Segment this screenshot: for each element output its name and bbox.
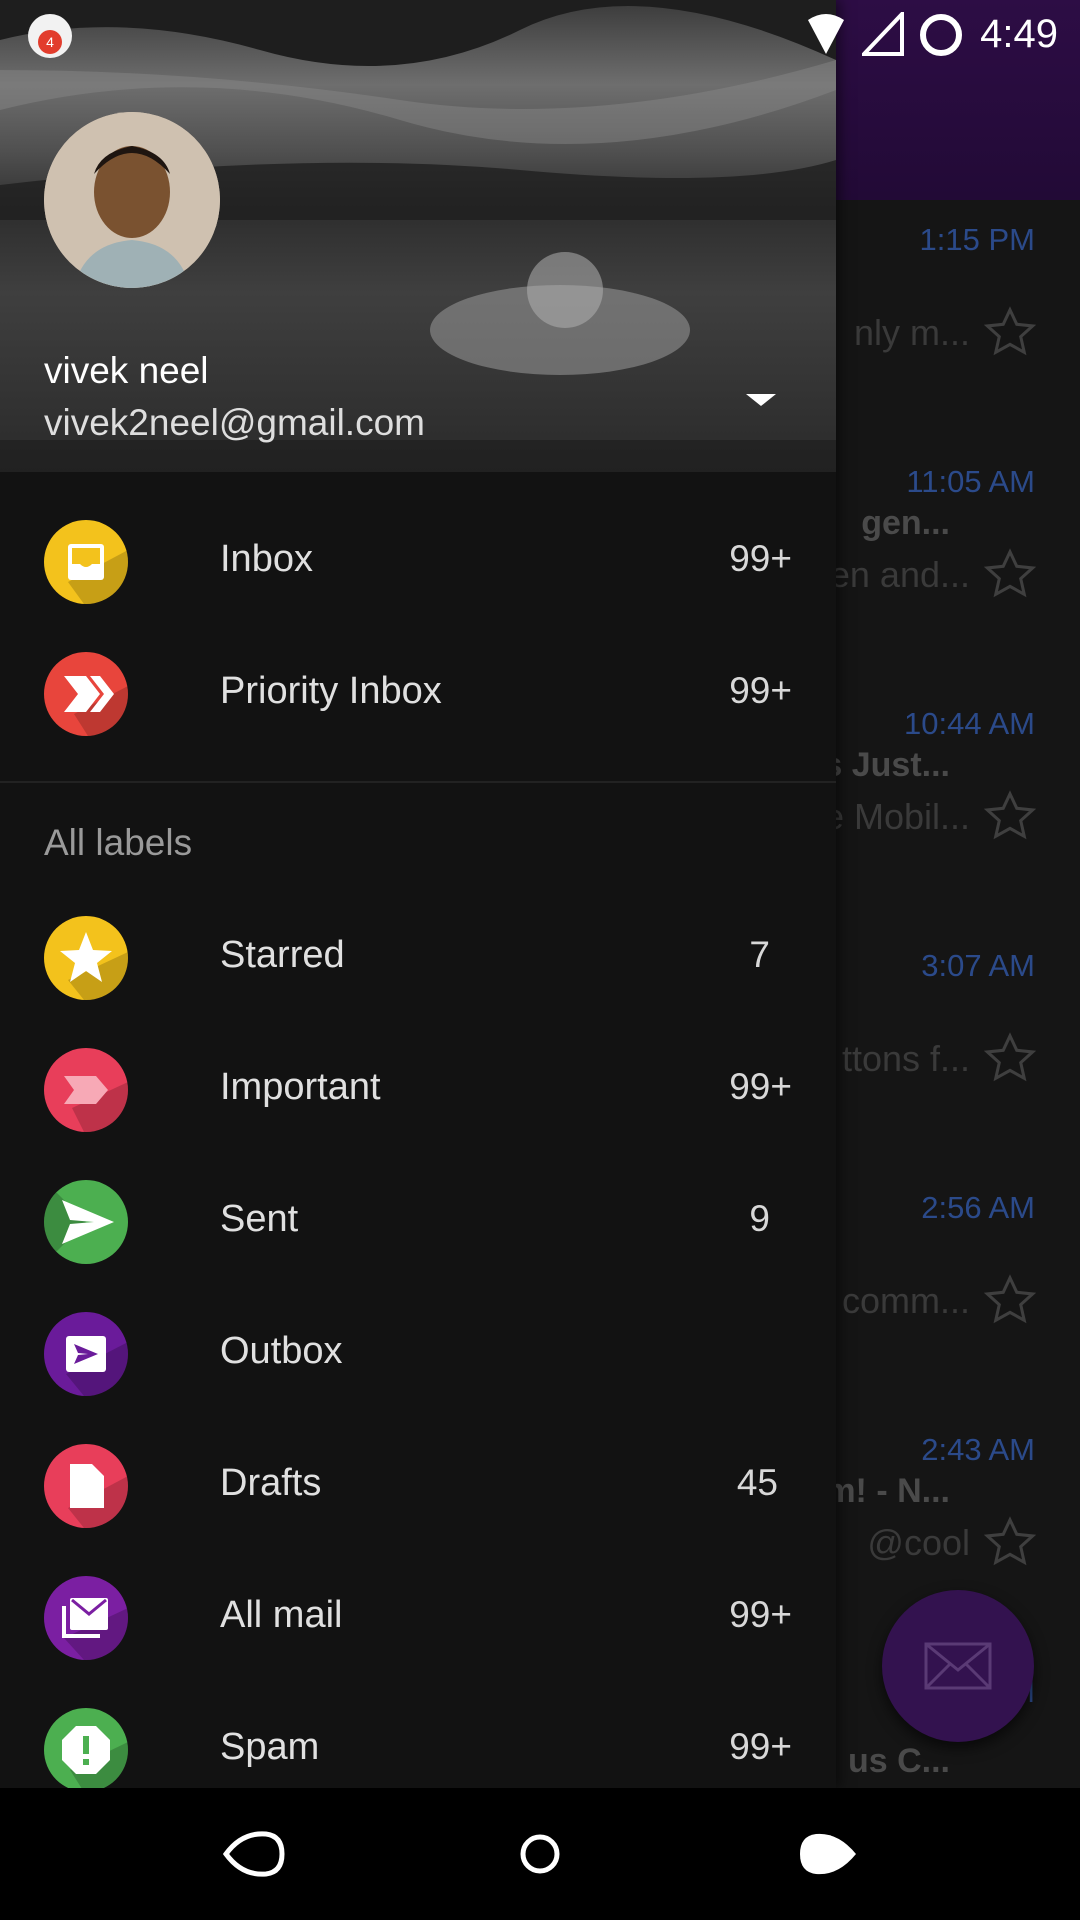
- mail-time: 3:07 AM: [921, 948, 1035, 983]
- drawer-item-label: Drafts: [220, 1462, 322, 1504]
- back-icon[interactable]: [214, 1814, 294, 1894]
- mail-time: 11:05 AM: [906, 464, 1035, 499]
- drawer-item-priority-inbox[interactable]: Priority Inbox 99+: [0, 628, 836, 760]
- wifi-icon: [808, 14, 844, 54]
- section-heading: All labels: [44, 822, 193, 863]
- battery-sync-icon: [920, 14, 962, 56]
- all-mail-icon: [44, 1576, 128, 1660]
- drawer-item-label: Priority Inbox: [220, 670, 442, 712]
- mail-time: 2:43 AM: [921, 1432, 1035, 1467]
- notification-badge-icon: 4: [28, 14, 72, 58]
- unread-count: 99+: [729, 1726, 792, 1767]
- star-outline-icon[interactable]: [982, 1272, 1038, 1328]
- unread-count: 99+: [729, 1066, 792, 1107]
- drawer-item-label: Sent: [220, 1198, 299, 1240]
- mail-time: 1:15 PM: [919, 222, 1035, 257]
- send-icon: [44, 1180, 128, 1264]
- drawer-item-label: Starred: [220, 934, 345, 976]
- inbox-icon: [44, 520, 128, 604]
- unread-count: 45: [736, 1462, 778, 1503]
- account-email: vivek2neel@gmail.com: [44, 402, 425, 443]
- unread-count: 99+: [729, 670, 792, 711]
- compose-button[interactable]: [882, 1590, 1034, 1742]
- drawer-item-label: Spam: [220, 1726, 320, 1768]
- home-icon[interactable]: [500, 1814, 580, 1894]
- unread-count: 99+: [729, 538, 792, 579]
- chevron-down-icon[interactable]: [742, 388, 780, 412]
- star-outline-icon[interactable]: [982, 1514, 1038, 1570]
- mail-time: 2:56 AM: [921, 1190, 1035, 1225]
- notification-count: 4: [38, 30, 62, 54]
- unread-count: 99+: [729, 1594, 792, 1635]
- drawer-item-outbox[interactable]: Outbox: [0, 1288, 836, 1420]
- drawer-item-spam[interactable]: Spam 99+: [0, 1684, 836, 1788]
- drawer-item-sent[interactable]: Sent 9: [0, 1156, 836, 1288]
- cell-signal-icon: [862, 12, 904, 56]
- navigation-drawer: vivek neel vivek2neel@gmail.com Inbox 99…: [0, 0, 836, 1788]
- drawer-item-label: Outbox: [220, 1330, 343, 1372]
- star-outline-icon[interactable]: [982, 1030, 1038, 1086]
- compose-mail-icon: [924, 1642, 992, 1690]
- outbox-icon: [44, 1312, 128, 1396]
- star-outline-icon[interactable]: [982, 788, 1038, 844]
- star-outline-icon[interactable]: [982, 304, 1038, 360]
- recents-icon[interactable]: [786, 1814, 866, 1894]
- system-navigation-bar: [0, 1788, 1080, 1920]
- drawer-item-all-mail[interactable]: All mail 99+: [0, 1552, 836, 1684]
- important-icon: [44, 1048, 128, 1132]
- spam-icon: [44, 1708, 128, 1788]
- unread-count: 9: [749, 1198, 770, 1239]
- drawer-item-drafts[interactable]: Drafts 45: [0, 1420, 836, 1552]
- mail-time: 10:44 AM: [904, 706, 1035, 741]
- divider: [0, 781, 836, 783]
- account-name: vivek neel: [44, 350, 209, 391]
- unread-count: 7: [749, 934, 770, 975]
- drafts-icon: [44, 1444, 128, 1528]
- drawer-item-starred[interactable]: Starred 7: [0, 892, 836, 1024]
- drawer-item-important[interactable]: Important 99+: [0, 1024, 836, 1156]
- status-time: 4:49: [980, 12, 1058, 56]
- status-bar: 4 4:49: [0, 0, 1080, 72]
- star-outline-icon[interactable]: [982, 546, 1038, 602]
- drawer-item-inbox[interactable]: Inbox 99+: [0, 496, 836, 628]
- drawer-item-label: Important: [220, 1066, 381, 1108]
- avatar[interactable]: [44, 112, 220, 288]
- priority-inbox-icon: [44, 652, 128, 736]
- star-icon: [44, 916, 128, 1000]
- drawer-item-label: Inbox: [220, 538, 313, 580]
- drawer-item-label: All mail: [220, 1594, 343, 1636]
